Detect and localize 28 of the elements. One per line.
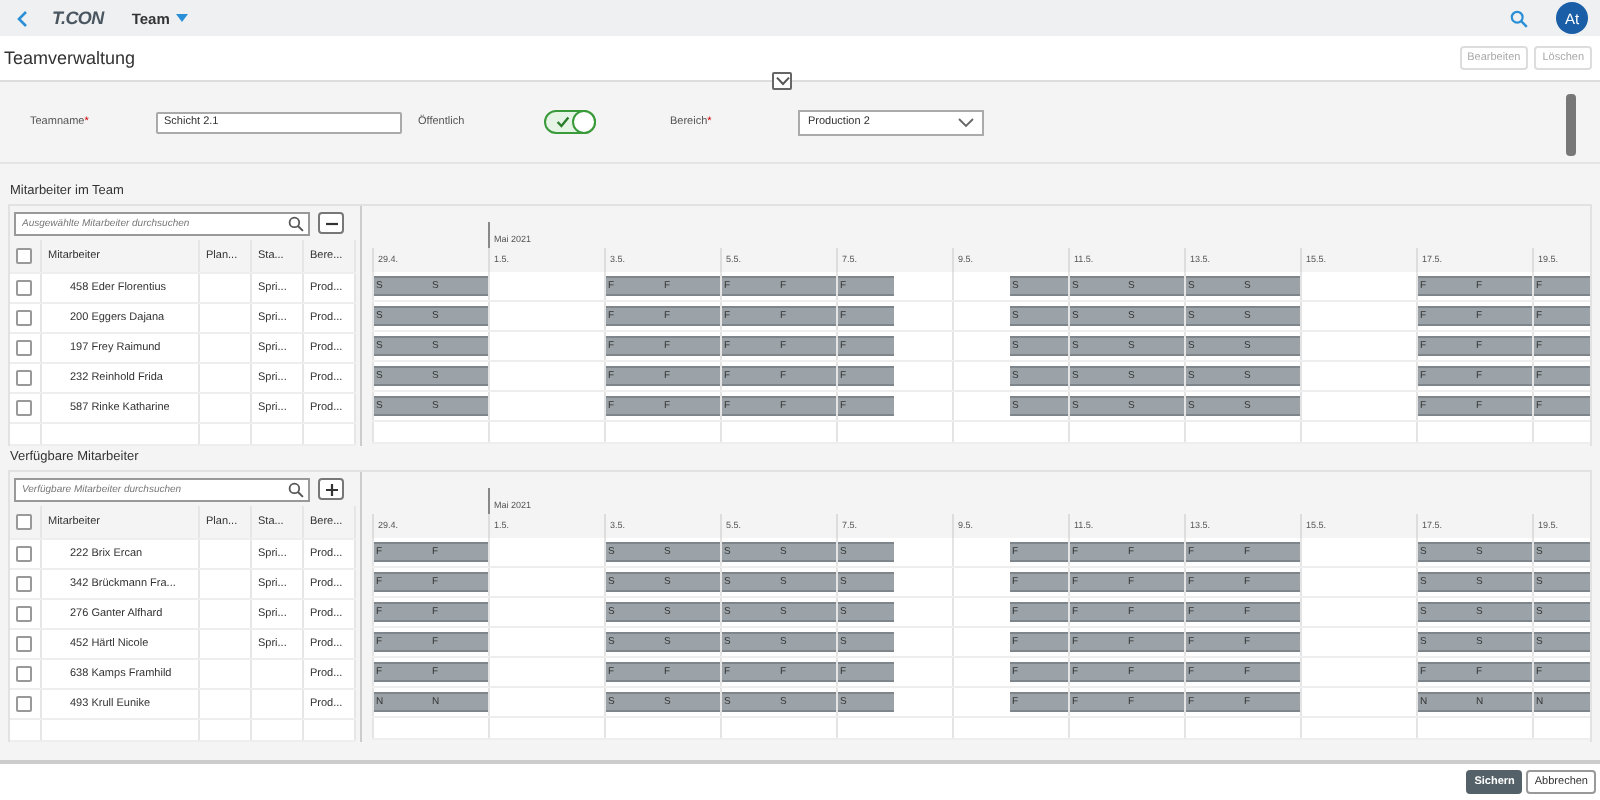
search-icon[interactable] xyxy=(1510,9,1528,27)
checkbox[interactable] xyxy=(16,546,32,562)
checkbox[interactable] xyxy=(16,340,32,356)
checkbox[interactable] xyxy=(16,606,32,622)
checkbox[interactable] xyxy=(16,310,32,326)
public-toggle[interactable] xyxy=(544,110,596,134)
checkbox[interactable] xyxy=(16,248,32,264)
checkbox[interactable] xyxy=(16,666,32,682)
checkbox[interactable] xyxy=(16,370,32,386)
add-button[interactable] xyxy=(318,478,344,500)
page-title: Teamverwaltung xyxy=(4,48,136,68)
chevron-down-icon xyxy=(958,117,974,127)
checkbox[interactable] xyxy=(16,636,32,652)
checkbox[interactable] xyxy=(16,400,32,416)
remove-button[interactable] xyxy=(318,212,344,234)
check-icon xyxy=(556,116,570,128)
app-logo: T.CON xyxy=(52,8,104,28)
collapse-button[interactable] xyxy=(772,72,792,90)
back-icon[interactable] xyxy=(16,9,28,27)
checkbox[interactable] xyxy=(16,280,32,296)
search-icon[interactable] xyxy=(288,215,304,231)
checkbox[interactable] xyxy=(16,514,32,530)
scrollbar[interactable] xyxy=(1566,94,1576,156)
search-icon[interactable] xyxy=(288,481,304,497)
caret-icon xyxy=(175,14,188,22)
plus-icon xyxy=(323,481,339,497)
checkbox[interactable] xyxy=(16,576,32,592)
checkbox[interactable] xyxy=(16,696,32,712)
